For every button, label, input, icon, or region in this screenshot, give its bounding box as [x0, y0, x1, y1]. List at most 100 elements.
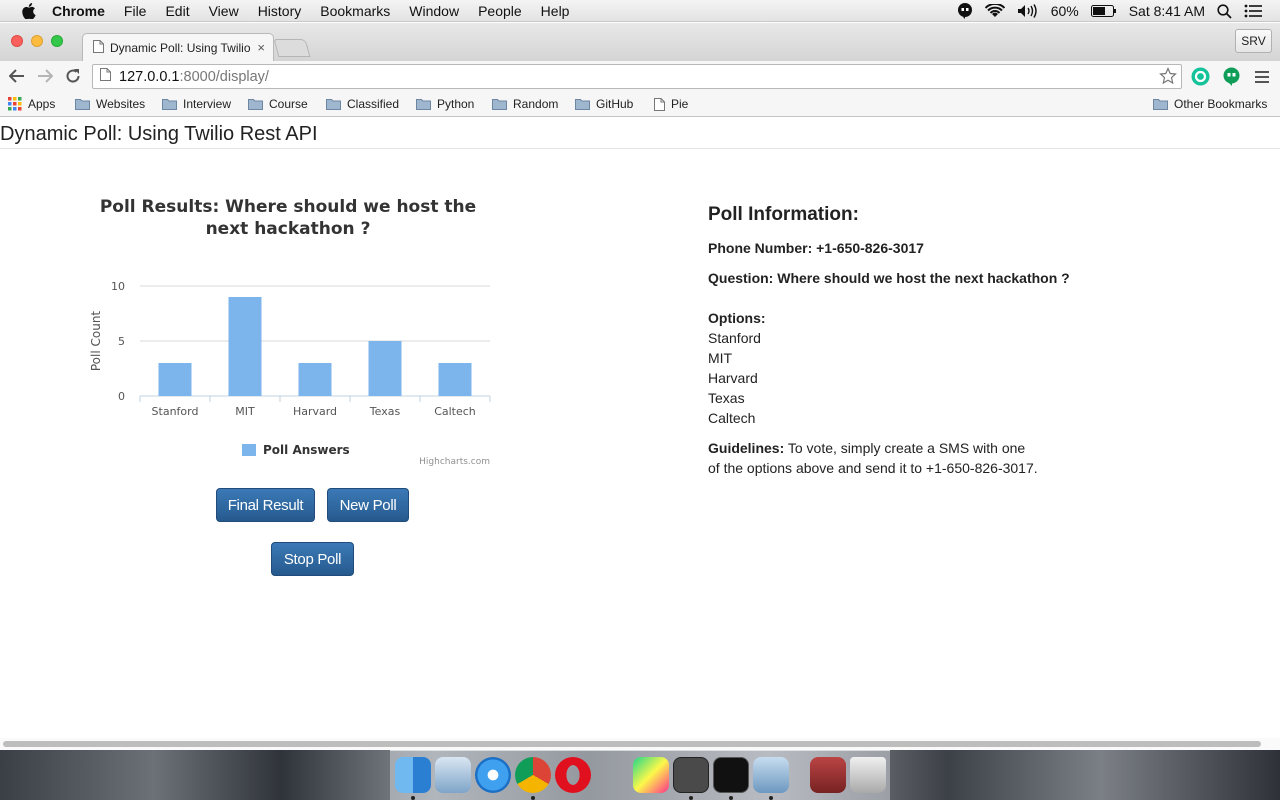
folder-icon — [248, 98, 263, 110]
tab-dynamic-poll[interactable]: Dynamic Poll: Using Twilio × — [82, 33, 274, 61]
folder-icon — [575, 98, 590, 110]
highcharts-credits: Highcharts.com — [419, 457, 490, 467]
chrome-menu-icon[interactable] — [1254, 67, 1273, 86]
bar-texas — [368, 341, 402, 396]
bookmark-folder-random[interactable]: Random — [492, 97, 558, 111]
hangouts-status-icon[interactable] — [957, 3, 973, 19]
x-tick-label: Caltech — [434, 405, 476, 418]
pycharm-icon[interactable] — [633, 757, 669, 793]
running-indicator — [769, 796, 773, 800]
window-minimize-button[interactable] — [31, 35, 43, 47]
page-info-icon[interactable] — [100, 68, 111, 85]
spotlight-search-icon[interactable] — [1217, 3, 1232, 19]
chrome-icon[interactable] — [515, 757, 551, 793]
menu-window[interactable]: Window — [409, 3, 459, 19]
y-tick-label: 10 — [111, 280, 125, 293]
bookmarks-bar: Apps Websites Interview Course Classifie… — [0, 92, 1280, 117]
running-indicator — [729, 796, 733, 800]
menu-app-chrome[interactable]: Chrome — [52, 3, 105, 19]
mail-icon[interactable] — [435, 757, 471, 793]
option-item: Harvard — [708, 370, 758, 386]
safari-icon[interactable] — [475, 757, 511, 793]
x-tick-label: Stanford — [152, 405, 199, 418]
bookmark-folder-python[interactable]: Python — [416, 97, 474, 111]
bookmark-folder-classified[interactable]: Classified — [326, 97, 399, 111]
final-result-button[interactable]: Final Result — [216, 488, 315, 522]
window-close-button[interactable] — [11, 35, 23, 47]
terminal-icon[interactable] — [713, 757, 749, 793]
volume-icon[interactable] — [1017, 4, 1039, 18]
grammarly-extension-icon[interactable] — [1191, 67, 1210, 86]
y-tick-label: 5 — [118, 335, 125, 348]
browser-toolbar: 127.0.0.1:8000/display/ — [0, 61, 1280, 92]
hangouts-extension-icon[interactable] — [1222, 67, 1241, 86]
battery-percent[interactable]: 60% — [1051, 3, 1079, 19]
finder-icon[interactable] — [395, 757, 431, 793]
phone-number-value: +1-650-826-3017 — [816, 240, 924, 256]
reload-icon[interactable] — [63, 66, 83, 86]
new-tab-button[interactable] — [273, 39, 311, 57]
menu-edit[interactable]: Edit — [165, 3, 189, 19]
bookmark-label: Python — [437, 97, 475, 111]
menu-help[interactable]: Help — [541, 3, 570, 19]
scrollbar-thumb[interactable] — [3, 741, 1261, 747]
question-label: Question: — [708, 270, 774, 286]
battery-icon[interactable] — [1090, 5, 1117, 17]
guidelines-row: Guidelines: To vote, simply create a SMS… — [708, 438, 1128, 458]
apple-logo-icon[interactable] — [20, 2, 38, 20]
tab-title: Dynamic Poll: Using Twilio — [110, 40, 251, 55]
menu-view[interactable]: View — [209, 3, 239, 19]
url-path: :8000/display/ — [179, 68, 269, 85]
bookmark-folder-github[interactable]: GitHub — [575, 97, 633, 111]
menu-bookmarks[interactable]: Bookmarks — [320, 3, 390, 19]
tab-strip: Dynamic Poll: Using Twilio × SRV — [0, 23, 1280, 61]
forward-arrow-icon[interactable] — [35, 66, 55, 86]
question-value: Where should we host the next hackathon … — [777, 270, 1070, 286]
x-tick-label: Texas — [369, 405, 401, 418]
folder-icon — [492, 98, 507, 110]
horizontal-scrollbar[interactable] — [0, 738, 1280, 750]
new-poll-button[interactable]: New Poll — [327, 488, 409, 522]
clock[interactable]: Sat 8:41 AM — [1129, 3, 1205, 19]
bar-stanford — [158, 363, 192, 396]
options-label: Options: — [708, 310, 766, 326]
profile-button[interactable]: SRV — [1235, 29, 1272, 53]
bookmark-pie[interactable]: Pie — [654, 97, 688, 111]
folder-icon — [416, 98, 431, 110]
stop-poll-button[interactable]: Stop Poll — [271, 542, 354, 576]
guidelines-text-line2: of the options above and send it to +1-6… — [708, 460, 1038, 476]
bookmark-folder-course[interactable]: Course — [248, 97, 308, 111]
folder-icon — [326, 98, 341, 110]
bookmark-folder-other[interactable]: Other Bookmarks — [1153, 97, 1267, 111]
menu-file[interactable]: File — [124, 3, 147, 19]
bar-caltech — [438, 363, 472, 396]
bookmark-star-icon[interactable] — [1159, 67, 1177, 89]
opera-icon[interactable] — [555, 757, 591, 793]
back-arrow-icon[interactable] — [7, 66, 27, 86]
bookmark-label: Other Bookmarks — [1174, 97, 1268, 111]
bookmark-folder-websites[interactable]: Websites — [75, 97, 145, 111]
wifi-icon[interactable] — [984, 4, 1005, 18]
window-zoom-button[interactable] — [51, 35, 63, 47]
trash-icon[interactable] — [850, 757, 886, 793]
bookmark-apps[interactable]: Apps — [8, 97, 55, 111]
chart-plot: 0 5 10 Poll Count Stanford MIT Harvard Texas Cal… — [89, 280, 491, 467]
x-tick-label: Harvard — [293, 405, 337, 418]
bookmark-folder-interview[interactable]: Interview — [162, 97, 231, 111]
menu-people[interactable]: People — [478, 3, 522, 19]
option-item: Texas — [708, 390, 745, 406]
menu-bar: Chrome File Edit View History Bookmarks … — [0, 0, 1280, 22]
photo-booth-icon[interactable] — [810, 757, 846, 793]
preview-icon[interactable] — [753, 757, 789, 793]
bookmark-label: Random — [513, 97, 559, 111]
address-bar[interactable]: 127.0.0.1:8000/display/ — [92, 64, 1182, 89]
bookmark-label: Apps — [28, 97, 56, 111]
sublime-text-icon[interactable] — [673, 757, 709, 793]
bookmark-label: Interview — [183, 97, 232, 111]
question-row: Question: Where should we host the next … — [708, 268, 1128, 288]
close-tab-icon[interactable]: × — [257, 40, 265, 55]
legend-swatch — [242, 444, 256, 456]
menu-history[interactable]: History — [258, 3, 302, 19]
bookmark-label: Websites — [96, 97, 146, 111]
notification-center-icon[interactable] — [1244, 4, 1262, 18]
